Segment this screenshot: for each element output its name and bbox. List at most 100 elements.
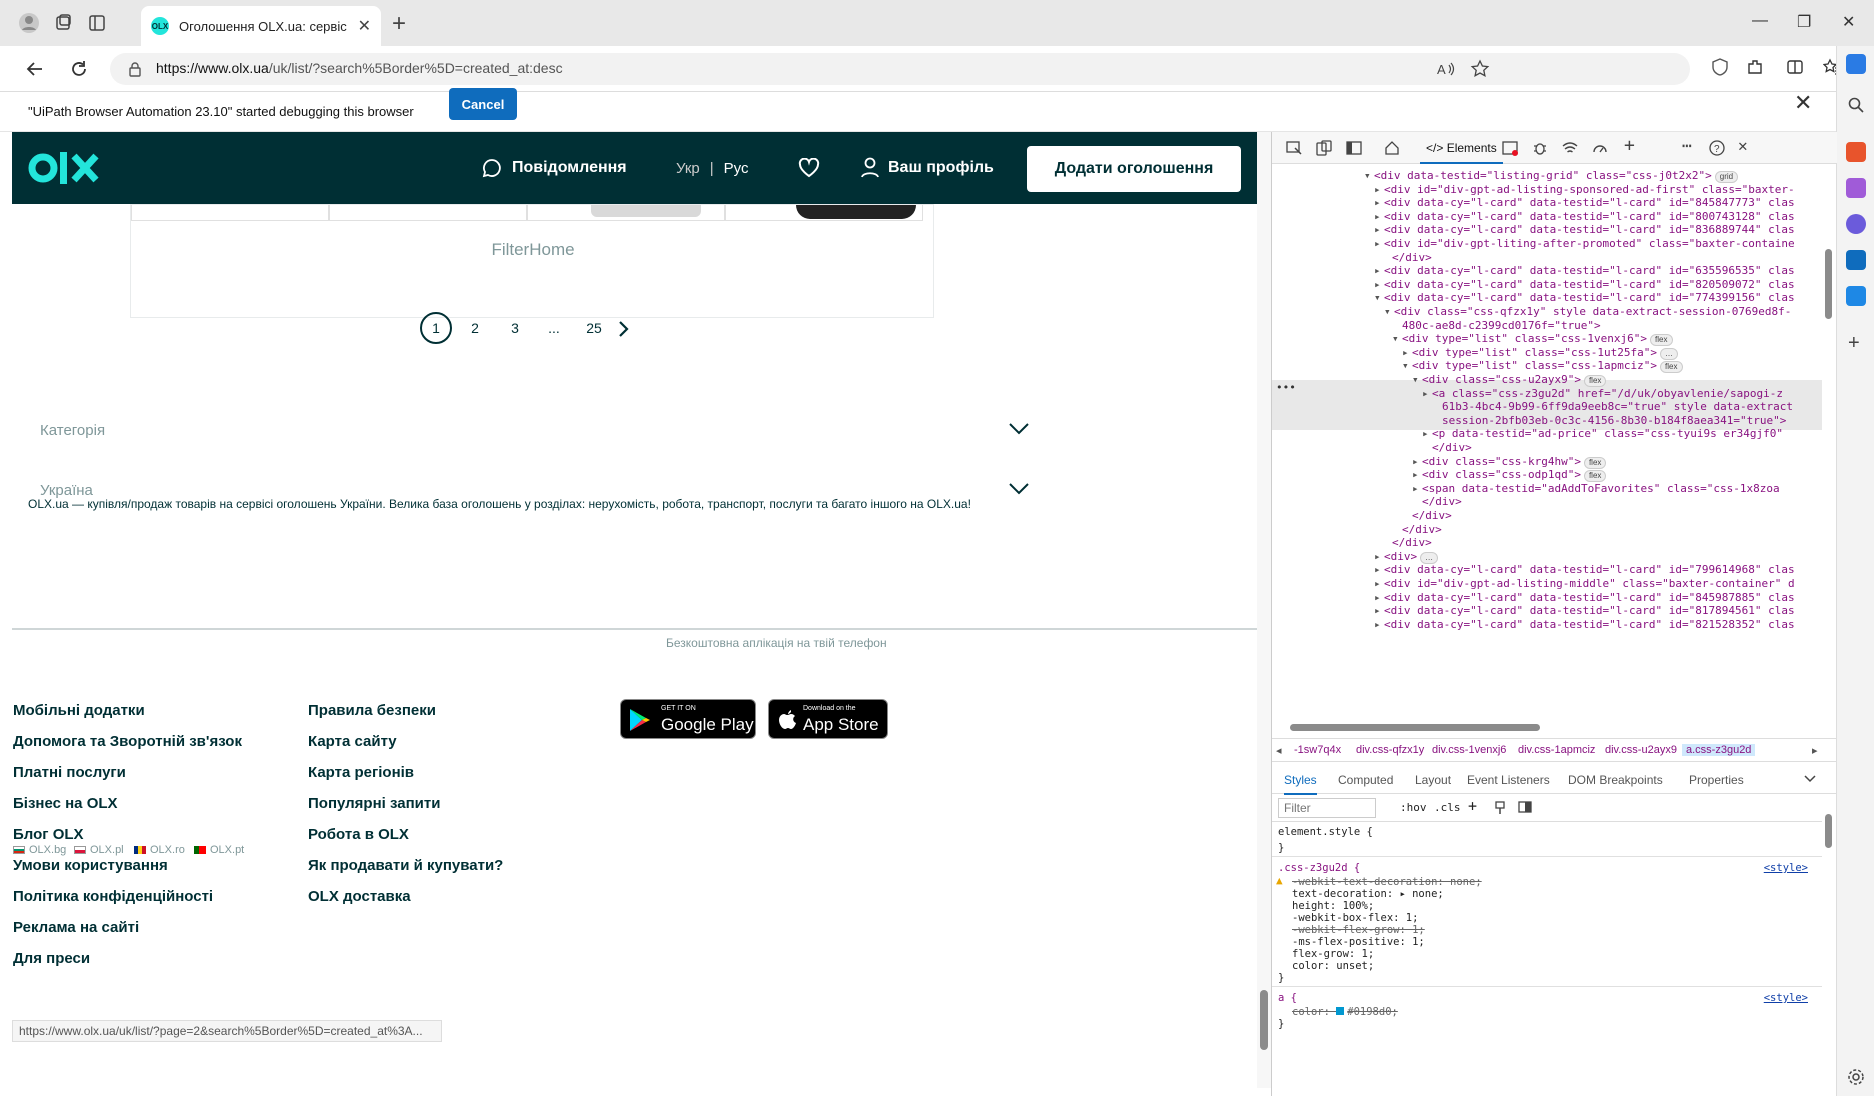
styles-filter-input[interactable] <box>1278 798 1376 818</box>
crumbs-scroll-left-icon[interactable]: ◂ <box>1276 744 1282 757</box>
footer-link[interactable]: Умови користування <box>13 857 168 874</box>
address-field[interactable]: https://www.olx.ua/uk/list/?search%5Bord… <box>110 53 1690 85</box>
add-sidebar-app-icon[interactable]: + <box>1848 332 1860 355</box>
footer-link[interactable]: OLX доставка <box>308 888 411 905</box>
outlook-icon[interactable] <box>1846 250 1866 270</box>
new-tab-button[interactable]: + <box>392 10 406 38</box>
url-text[interactable]: https://www.olx.ua/uk/list/?search%5Bord… <box>156 60 563 76</box>
back-arrow-icon[interactable] <box>24 58 46 80</box>
workspaces-icon[interactable] <box>52 12 74 34</box>
tab-layout[interactable]: Layout <box>1415 773 1451 787</box>
css-declaration[interactable]: -ms-flex-positive: 1; <box>1292 936 1425 948</box>
rule-source-link[interactable]: <style> <box>1764 992 1808 1004</box>
class-toggle[interactable]: .cls <box>1434 801 1461 814</box>
rule-selector[interactable]: .css-z3gu2d { <box>1278 862 1360 874</box>
dom-tree[interactable]: ••• ▾ <div data-testid="listing-grid" cla… <box>1272 164 1822 724</box>
games-icon[interactable] <box>1846 214 1866 234</box>
add-listing-button[interactable]: Додати оголошення <box>1027 146 1241 192</box>
css-declaration[interactable]: -webkit-flex-grow: 1; <box>1292 924 1425 936</box>
lang-ru[interactable]: Рус <box>724 160 749 177</box>
css-declaration[interactable]: height: 100%; <box>1292 900 1374 912</box>
tab-dom-breakpoints[interactable]: DOM Breakpoints <box>1568 773 1663 787</box>
close-devtools-icon[interactable]: ✕ <box>1738 136 1748 155</box>
footer-link[interactable]: Як продавати й купувати? <box>308 857 503 874</box>
page-2[interactable]: 2 <box>459 312 491 344</box>
footer-link[interactable]: Реклама на сайті <box>13 919 139 936</box>
hover-state-toggle[interactable]: :hov <box>1400 801 1427 814</box>
copilot-icon[interactable] <box>1846 54 1866 74</box>
browser-tab-active[interactable]: OLX Оголошення OLX.ua: сервіс ого... ✕ <box>141 6 381 46</box>
cancel-debugging-button[interactable]: Cancel <box>449 88 517 120</box>
country-link-pl[interactable]: OLX.pl <box>74 844 124 856</box>
settings-gear-icon[interactable] <box>1847 1068 1865 1086</box>
chevron-down-icon[interactable] <box>1804 774 1816 784</box>
page-1[interactable]: 1 <box>420 312 452 344</box>
dom-node-line[interactable]: ▸ <p data-testid="ad-price" class="css-ty… <box>1422 426 1783 443</box>
breadcrumb-item[interactable]: -1sw7q4x <box>1294 744 1341 756</box>
footer-link[interactable]: Правила безпеки <box>308 702 436 719</box>
page-3[interactable]: 3 <box>499 312 531 344</box>
more-tools-plus-icon[interactable]: + <box>1624 135 1635 156</box>
country-link-pt[interactable]: OLX.pt <box>194 844 244 856</box>
css-declaration[interactable]: color: #0198d0; <box>1292 1006 1398 1018</box>
dom-scrollbar-thumb[interactable] <box>1825 249 1832 319</box>
shield-icon[interactable] <box>1711 58 1729 76</box>
styles-scrollbar-thumb[interactable] <box>1825 814 1832 848</box>
css-declaration[interactable]: flex-grow: 1; <box>1292 948 1374 960</box>
breadcrumb-item-selected[interactable]: a.css-z3gu2d <box>1682 744 1756 756</box>
page-scrollbar-thumb[interactable] <box>1260 990 1268 1050</box>
footer-link[interactable]: Карта регіонів <box>308 764 414 781</box>
maximize-button[interactable]: ❐ <box>1797 12 1811 32</box>
welcome-home-icon[interactable] <box>1384 140 1400 156</box>
close-notification-icon[interactable]: ✕ <box>1794 90 1812 116</box>
dom-node-line[interactable]: ▸ <span data-testid="adAddToFavorites" cl… <box>1412 481 1780 498</box>
footer-link[interactable]: Для преси <box>13 950 90 967</box>
heart-icon[interactable] <box>798 158 820 178</box>
crumbs-scroll-right-icon[interactable]: ▸ <box>1812 744 1818 757</box>
expand-toggle-icon[interactable]: ▾ <box>1364 168 1374 185</box>
read-aloud-icon[interactable]: A <box>1436 60 1456 78</box>
messages-link[interactable]: Повідомлення <box>512 159 627 177</box>
category-accordion[interactable]: Категорія <box>40 406 1040 456</box>
inspect-element-icon[interactable] <box>1286 140 1302 156</box>
computed-sidebar-icon[interactable] <box>1518 801 1532 813</box>
footer-link[interactable]: Бізнес на OLX <box>13 795 118 812</box>
lock-icon[interactable] <box>128 61 142 77</box>
dom-scrollbar[interactable] <box>1824 164 1834 724</box>
css-declaration[interactable]: -webkit-text-decoration: none; <box>1292 876 1482 888</box>
breadcrumb-item[interactable]: div.css-qfzx1y <box>1356 744 1424 756</box>
refresh-icon[interactable] <box>68 58 90 80</box>
css-declaration[interactable]: -webkit-box-flex: 1; <box>1292 912 1418 924</box>
profile-icon[interactable] <box>18 12 40 34</box>
favorite-star-icon[interactable] <box>1470 59 1490 79</box>
footer-link[interactable]: Мобільні додатки <box>13 702 145 719</box>
breadcrumb-item[interactable]: div.css-u2ayx9 <box>1605 744 1677 756</box>
search-icon[interactable] <box>1847 96 1865 114</box>
dock-side-icon[interactable] <box>1346 140 1362 156</box>
app-store-badge[interactable]: Download on the App Store <box>768 699 888 739</box>
element-style-selector[interactable]: element.style { <box>1278 826 1373 838</box>
footer-link[interactable]: Платні послуги <box>13 764 126 781</box>
olx-logo[interactable] <box>28 146 100 190</box>
lang-uk[interactable]: Укр <box>676 160 700 177</box>
help-icon[interactable]: ? <box>1709 140 1725 156</box>
expand-toggle-icon[interactable]: ▾ <box>1374 290 1384 307</box>
expand-toggle-icon[interactable]: ▸ <box>1422 386 1432 403</box>
node-actions-ellipsis[interactable]: ••• <box>1276 380 1296 397</box>
device-toolbar-icon[interactable] <box>1316 140 1332 156</box>
tab-elements[interactable]: </> Elements <box>1420 137 1503 164</box>
country-link-bg[interactable]: OLX.bg <box>13 844 66 856</box>
chat-bubble-icon[interactable] <box>482 158 502 178</box>
breadcrumb-item[interactable]: div.css-1venxj6 <box>1432 744 1506 756</box>
dom-node-line[interactable]: ▸ <div id="div-gpt-liting-after-promoted"… <box>1374 236 1795 253</box>
shopping-icon[interactable] <box>1846 142 1866 162</box>
card-title[interactable]: FilterHome <box>131 240 935 260</box>
dom-h-scrollbar-thumb[interactable] <box>1290 724 1540 731</box>
paint-brush-icon[interactable] <box>1494 801 1506 815</box>
expand-toggle-icon[interactable]: ▾ <box>1402 358 1412 375</box>
tab-computed[interactable]: Computed <box>1338 773 1393 787</box>
footer-link[interactable]: Карта сайту <box>308 733 397 750</box>
country-link-ro[interactable]: OLX.ro <box>134 844 185 856</box>
dom-h-scrollbar[interactable] <box>1280 724 1815 732</box>
console-icon[interactable] <box>1502 140 1518 156</box>
